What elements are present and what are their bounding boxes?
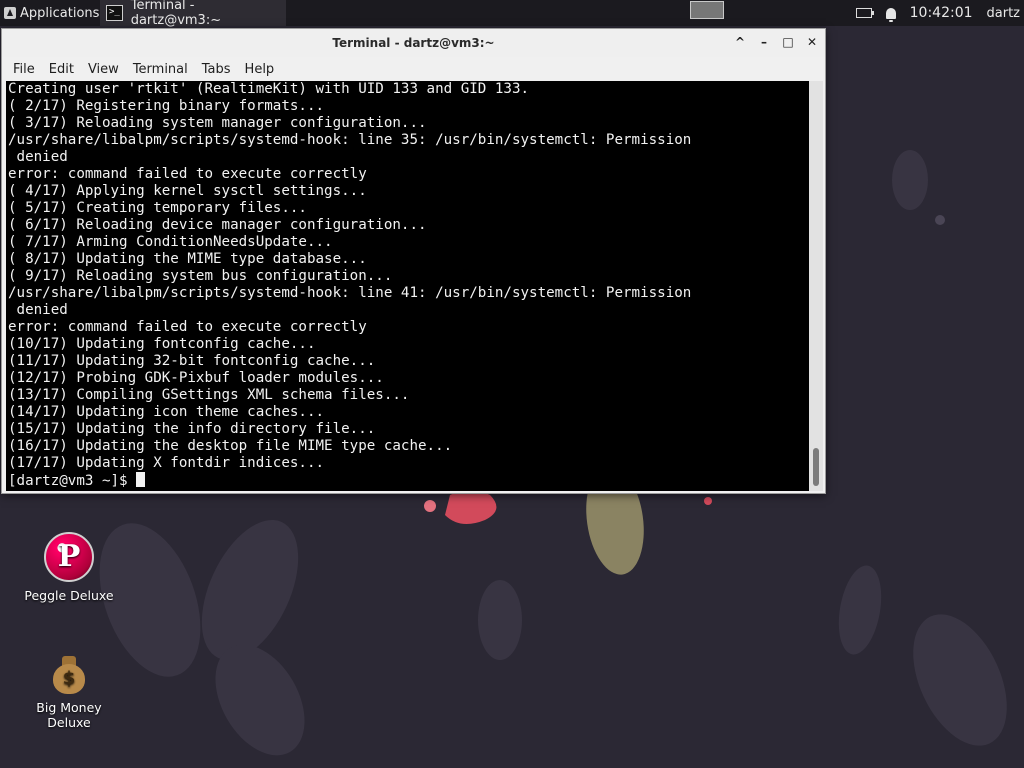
menu-terminal[interactable]: Terminal xyxy=(126,62,195,77)
terminal-line: error: command failed to execute correct… xyxy=(8,166,367,182)
terminal-line: ( 2/17) Registering binary formats... xyxy=(8,98,325,114)
minimize-icon[interactable]: – xyxy=(757,35,771,49)
terminal-line: (14/17) Updating icon theme caches... xyxy=(8,404,325,420)
top-panel: Applications >_ Terminal - dartz@vm3:~ 1… xyxy=(0,0,1024,28)
terminal-prompt: [dartz@vm3 ~]$ xyxy=(8,473,137,489)
scrollbar-thumb[interactable] xyxy=(813,448,819,486)
system-tray: 10:42:01 dartz xyxy=(855,0,1024,26)
terminal-window: Terminal - dartz@vm3:~ ^ – □ ✕ File Edit… xyxy=(1,28,826,494)
window-titlebar[interactable]: Terminal - dartz@vm3:~ ^ – □ ✕ xyxy=(2,29,825,57)
terminal-line: (12/17) Probing GDK-Pixbuf loader module… xyxy=(8,370,384,386)
window-title: Terminal - dartz@vm3:~ xyxy=(332,36,495,50)
desktop-icon-peggle-deluxe[interactable]: P Peggle Deluxe xyxy=(14,532,124,603)
terminal-line: /usr/share/libalpm/scripts/systemd-hook:… xyxy=(8,285,692,301)
terminal-line: ( 4/17) Applying kernel sysctl settings.… xyxy=(8,183,367,199)
applications-menu[interactable]: Applications xyxy=(0,0,114,26)
desktop-icon-label: Big Money Deluxe xyxy=(36,700,102,730)
taskbar-item-label: Terminal - dartz@vm3:~ xyxy=(130,0,222,28)
terminal-cursor xyxy=(136,472,146,487)
close-icon[interactable]: ✕ xyxy=(805,35,819,49)
terminal-line: (16/17) Updating the desktop file MIME t… xyxy=(8,438,453,454)
user-menu[interactable]: dartz xyxy=(987,6,1020,21)
peggle-icon: P xyxy=(44,532,94,582)
menu-view[interactable]: View xyxy=(81,62,126,77)
terminal-line: /usr/share/libalpm/scripts/systemd-hook:… xyxy=(8,132,692,148)
applications-icon xyxy=(4,7,16,19)
terminal-line: ( 3/17) Reloading system manager configu… xyxy=(8,115,427,131)
menu-edit[interactable]: Edit xyxy=(42,62,81,77)
maximize-icon[interactable]: □ xyxy=(781,35,795,49)
terminal-line: (10/17) Updating fontconfig cache... xyxy=(8,336,316,352)
terminal-scrollbar[interactable] xyxy=(809,81,823,491)
clock[interactable]: 10:42:01 xyxy=(910,5,973,21)
terminal-line: (11/17) Updating 32-bit fontconfig cache… xyxy=(8,353,376,369)
menu-tabs[interactable]: Tabs xyxy=(195,62,238,77)
applications-label: Applications xyxy=(20,5,100,21)
terminal-line: (15/17) Updating the info directory file… xyxy=(8,421,376,437)
workspace-switcher[interactable] xyxy=(690,1,724,19)
terminal-line: (17/17) Updating X fontdir indices... xyxy=(8,455,325,471)
terminal-line: ( 7/17) Arming ConditionNeedsUpdate... xyxy=(8,234,333,250)
terminal-line: ( 5/17) Creating temporary files... xyxy=(8,200,307,216)
money-bag-icon: $ xyxy=(50,656,88,694)
terminal-line: ( 8/17) Updating the MIME type database.… xyxy=(8,251,367,267)
desktop-icon-big-money-deluxe[interactable]: $ Big Money Deluxe xyxy=(14,656,124,730)
notifications-icon[interactable] xyxy=(885,7,896,22)
terminal-line: ( 6/17) Reloading device manager configu… xyxy=(8,217,427,233)
menu-help[interactable]: Help xyxy=(238,62,282,77)
terminal-prompt-line: [dartz@vm3 ~]$ xyxy=(8,472,809,489)
terminal-line: denied xyxy=(8,302,68,318)
menubar: File Edit View Terminal Tabs Help xyxy=(2,57,825,81)
terminal-line: Creating user 'rtkit' (RealtimeKit) with… xyxy=(8,81,530,97)
menu-file[interactable]: File xyxy=(6,62,42,77)
window-controls: ^ – □ ✕ xyxy=(733,35,819,49)
terminal-line: error: command failed to execute correct… xyxy=(8,319,367,335)
terminal-icon: >_ xyxy=(106,5,123,21)
terminal-output[interactable]: Creating user 'rtkit' (RealtimeKit) with… xyxy=(6,81,809,491)
terminal-line: (13/17) Compiling GSettings XML schema f… xyxy=(8,387,410,403)
shade-icon[interactable]: ^ xyxy=(733,35,747,49)
taskbar-item-terminal[interactable]: >_ Terminal - dartz@vm3:~ xyxy=(100,0,286,28)
terminal-line: ( 9/17) Reloading system bus configurati… xyxy=(8,268,393,284)
terminal-line: denied xyxy=(8,149,68,165)
desktop-icon-label: Peggle Deluxe xyxy=(24,588,114,603)
battery-icon[interactable] xyxy=(855,8,874,18)
